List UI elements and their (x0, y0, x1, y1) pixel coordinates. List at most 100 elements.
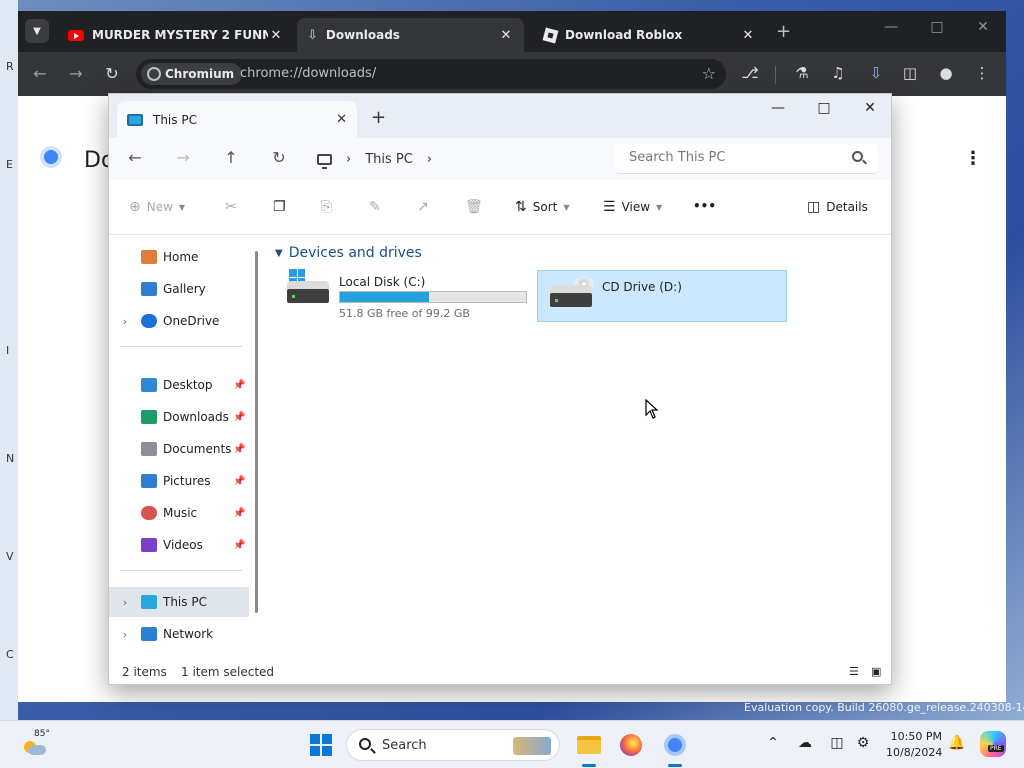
share-icon[interactable]: ↗ (417, 199, 429, 215)
display-icon[interactable]: ◫ (826, 735, 848, 751)
sort-button[interactable]: ⇅ Sort ▼ (515, 199, 570, 215)
onedrive-offline-icon[interactable]: ☁ (794, 735, 816, 751)
tab-download-roblox[interactable]: Download Roblox ✕ (534, 18, 766, 52)
forward-arrow-icon[interactable]: → (64, 64, 88, 83)
details-view-icon[interactable]: ☰ (849, 665, 863, 678)
command-bar: ⊕ New ▼ ✂ ❐ ⎘ ✎ ↗ 🗑 ⇅ Sort ▼ ☰ View ▼ ••… (109, 180, 891, 235)
side-panel-icon[interactable]: ◫ (898, 64, 922, 82)
rename-icon[interactable]: ✎ (369, 199, 381, 215)
close-window-icon[interactable]: ✕ (968, 19, 998, 35)
back-arrow-icon[interactable]: ← (123, 148, 147, 167)
minimize-icon[interactable]: — (763, 100, 793, 116)
maximize-icon[interactable]: □ (809, 100, 839, 116)
downloads-toolbar-icon[interactable]: ⇩ (864, 64, 888, 82)
breadcrumb-chevron-icon[interactable]: › (346, 152, 351, 167)
url-text[interactable]: chrome://downloads/ (240, 66, 376, 81)
drive-name: Local Disk (C:) (339, 275, 426, 289)
chevron-right-icon[interactable]: › (109, 628, 141, 641)
view-button[interactable]: ☰ View ▼ (603, 199, 662, 215)
copy-icon[interactable]: ❐ (273, 199, 286, 215)
notification-bell-icon[interactable]: 🔔 (948, 735, 965, 751)
breadcrumb-chevron-icon[interactable]: › (427, 152, 432, 167)
youtube-icon (68, 29, 84, 41)
new-tab-button[interactable]: + (776, 21, 791, 42)
new-tab-button[interactable]: + (371, 107, 386, 128)
tab-search-dropdown[interactable]: ▼ (25, 19, 49, 43)
reload-icon[interactable]: ↻ (100, 64, 124, 83)
close-icon[interactable]: ✕ (740, 28, 756, 43)
nav-item-desktop[interactable]: Desktop 📌 (109, 370, 249, 400)
address-bar[interactable]: Chromium chrome://downloads/ ☆ (136, 59, 726, 89)
media-queue-icon[interactable]: ♫ (826, 64, 850, 82)
close-icon[interactable]: ✕ (498, 28, 514, 43)
chromium-taskbar-button[interactable] (660, 730, 690, 767)
nav-item-music[interactable]: Music 📌 (109, 498, 249, 528)
drive-cd-drive-d[interactable]: CD Drive (D:) (537, 270, 787, 322)
breadcrumb[interactable]: › This PC › (317, 144, 607, 174)
drive-local-disk-c[interactable]: Local Disk (C:) 51.8 GB free of 99.2 GB (275, 267, 537, 320)
forward-arrow-icon[interactable]: → (171, 148, 195, 167)
more-options-icon[interactable]: ⋮ (964, 148, 982, 169)
labs-flask-icon[interactable]: ⚗ (790, 64, 814, 82)
pin-icon: 📌 (233, 411, 246, 423)
tab-downloads[interactable]: ⇩ Downloads ✕ (297, 18, 524, 52)
system-clock[interactable]: 10:50 PM 10/8/2024 (886, 729, 942, 761)
close-icon[interactable]: ✕ (336, 112, 347, 127)
nav-item-downloads[interactable]: Downloads 📌 (109, 402, 249, 432)
back-arrow-icon[interactable]: ← (28, 64, 52, 83)
group-header[interactable]: ▼ Devices and drives (275, 245, 422, 261)
maximize-icon[interactable]: □ (922, 19, 952, 35)
nav-item-home[interactable]: Home (109, 242, 249, 272)
chevron-right-icon[interactable]: › (109, 596, 141, 609)
close-window-icon[interactable]: ✕ (855, 100, 885, 116)
tiles-view-icon[interactable]: ▣ (871, 665, 885, 678)
folder-icon (577, 736, 601, 754)
bookmark-star-icon[interactable]: ☆ (702, 64, 716, 83)
file-explorer-window: This PC ✕ + — □ ✕ ← → ↑ ↻ › This PC › Se… (108, 93, 892, 685)
up-arrow-icon[interactable]: ↑ (219, 148, 243, 167)
clock-date: 10/8/2024 (886, 746, 943, 759)
network-status-icon[interactable]: ⚙ (852, 735, 874, 751)
pin-icon: 📌 (233, 475, 246, 487)
minimize-icon[interactable]: — (876, 19, 906, 35)
refresh-icon[interactable]: ↻ (267, 148, 291, 167)
nav-item-documents[interactable]: Documents 📌 (109, 434, 249, 464)
details-pane-icon: ◫ (807, 199, 821, 215)
content-pane: ▼ Devices and drives Local Disk (C:) 51.… (269, 235, 891, 659)
weather-temperature: 85° (34, 729, 50, 739)
site-info-chip[interactable]: Chromium (141, 63, 243, 85)
start-button[interactable] (310, 734, 332, 756)
tab-this-pc[interactable]: This PC ✕ (117, 101, 357, 138)
nav-item-this-pc[interactable]: › This PC (109, 587, 249, 617)
cut-icon[interactable]: ✂ (225, 199, 237, 215)
nav-item-onedrive[interactable]: › OneDrive (109, 306, 249, 336)
file-explorer-taskbar-button[interactable] (574, 730, 604, 767)
delete-icon[interactable]: 🗑 (465, 199, 483, 215)
firefox-taskbar-button[interactable] (616, 730, 646, 760)
tab-murder-mystery[interactable]: MURDER MYSTERY 2 FUNNY M ✕ (58, 18, 294, 52)
nav-item-gallery[interactable]: Gallery (109, 274, 249, 304)
desktop-icon-label: I (6, 344, 10, 357)
weather-widget[interactable]: 85° (22, 729, 50, 759)
breadcrumb-item[interactable]: This PC (365, 152, 413, 167)
nav-item-pictures[interactable]: Pictures 📌 (109, 466, 249, 496)
nav-pane-scrollbar[interactable] (255, 251, 258, 613)
search-input[interactable]: Search This PC (615, 144, 877, 174)
nav-label: Network (163, 627, 214, 641)
profile-avatar-icon[interactable]: ● (934, 64, 958, 82)
chevron-right-icon[interactable]: › (109, 315, 141, 328)
copilot-icon[interactable]: PRE (980, 731, 1006, 757)
details-button[interactable]: ◫ Details (807, 199, 868, 215)
taskbar-search[interactable]: Search (346, 729, 560, 761)
new-button[interactable]: ⊕ New ▼ (129, 199, 185, 215)
chevron-up-icon[interactable]: ⌃ (762, 735, 784, 751)
close-icon[interactable]: ✕ (268, 28, 284, 43)
nav-item-network[interactable]: › Network (109, 619, 249, 649)
browser-menu-icon[interactable]: ⋮ (970, 64, 994, 82)
extensions-icon[interactable]: ⎇ (738, 64, 762, 82)
paste-icon[interactable]: ⎘ (321, 199, 332, 215)
search-icon (852, 151, 863, 162)
nav-item-videos[interactable]: Videos 📌 (109, 530, 249, 560)
see-more-button[interactable]: ••• (693, 199, 716, 213)
explorer-address-row: ← → ↑ ↻ › This PC › Search This PC (109, 138, 891, 180)
